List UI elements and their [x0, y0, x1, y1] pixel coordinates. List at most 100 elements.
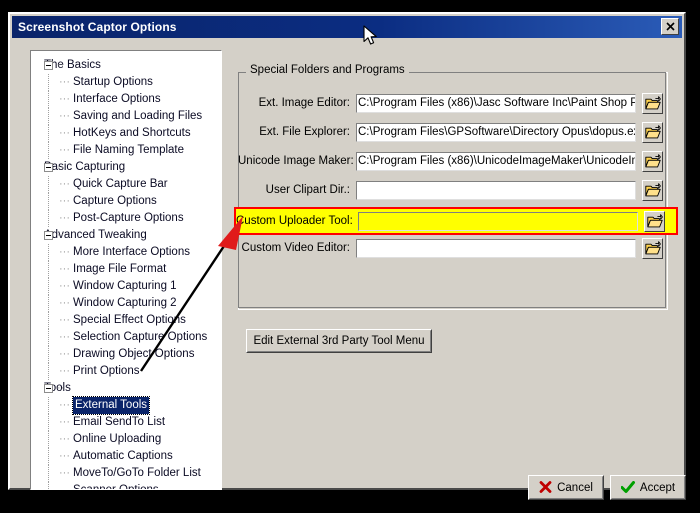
dialog-titlebar[interactable]: Screenshot Captor Options — [12, 16, 682, 38]
tree-collapse-icon[interactable] — [44, 163, 53, 172]
sidebar-item-scanner-options[interactable]: ··· Scanner Options — [31, 482, 221, 490]
field-row: Ext. File Explorer: C:\Program Files\GPSo… — [238, 121, 668, 143]
edit-external-tool-menu-label: Edit External 3rd Party Tool Menu — [247, 330, 431, 352]
field-row: Custom Uploader Tool: — [234, 207, 678, 235]
sidebar-item-label: Capture Options — [73, 195, 157, 207]
sidebar-item-special-effect-options[interactable]: ··· Special Effect Options — [31, 312, 221, 329]
sidebar-item-label: External Tools — [71, 396, 151, 415]
sidebar-item-moveto-goto-folder-list[interactable]: ··· MoveTo/GoTo Folder List — [31, 465, 221, 482]
sidebar-item-label: Window Capturing 2 — [73, 297, 177, 309]
edit-external-tool-menu-button[interactable]: Edit External 3rd Party Tool Menu — [246, 329, 432, 353]
sidebar-item-online-uploading[interactable]: ··· Online Uploading — [31, 431, 221, 448]
field-input[interactable]: C:\Program Files (x86)\UnicodeImageMaker… — [356, 151, 636, 171]
screenshot-root: Screenshot Captor Options ·· The Basics ··… — [0, 0, 700, 513]
sidebar-item-label: Print Options — [73, 365, 140, 377]
sidebar-item-more-interface-options[interactable]: ··· More Interface Options — [31, 244, 221, 261]
field-input[interactable]: C:\Program Files (x86)\Jasc Software Inc… — [356, 93, 636, 113]
open-folder-icon — [644, 124, 661, 138]
sidebar-item-window-capturing-2[interactable]: ··· Window Capturing 2 — [31, 295, 221, 312]
options-tree[interactable]: ·· The Basics ··· Startup Options ··· Interfa… — [30, 50, 222, 490]
tree-connector: ··· — [59, 399, 70, 411]
field-label: User Clipart Dir.: — [265, 184, 350, 196]
sidebar-item-print-options[interactable]: ··· Print Options — [31, 363, 221, 380]
tree-connector: ··· — [59, 178, 70, 190]
tree-connector: ··· — [59, 93, 70, 105]
field-input[interactable] — [356, 238, 636, 258]
tree-connector: ·· — [57, 229, 65, 241]
tree-vertical-line — [48, 108, 49, 125]
sidebar-item-capture-options[interactable]: ··· Capture Options — [31, 193, 221, 210]
sidebar-item-hotkeys-and-shortcuts[interactable]: ··· HotKeys and Shortcuts — [31, 125, 221, 142]
sidebar-item-label: Automatic Captions — [73, 450, 173, 462]
accept-button[interactable]: Accept — [610, 475, 686, 500]
field-input[interactable] — [358, 211, 638, 231]
open-folder-icon — [644, 95, 661, 109]
browse-button[interactable] — [642, 92, 663, 114]
sidebar-item-quick-capture-bar[interactable]: ··· Quick Capture Bar — [31, 176, 221, 193]
sidebar-item-automatic-captions[interactable]: ··· Automatic Captions — [31, 448, 221, 465]
sidebar-item-image-file-format[interactable]: ··· Image File Format — [31, 261, 221, 278]
tree-connector: ·· — [57, 59, 65, 71]
tree-vertical-line — [48, 176, 49, 193]
tree-vertical-line — [48, 312, 49, 329]
sidebar-item-email-sendto-list[interactable]: ··· Email SendTo List — [31, 414, 221, 431]
sidebar-item-label: Email SendTo List — [73, 416, 166, 428]
sidebar-item-basic-capturing[interactable]: ·· Basic Capturing — [31, 159, 221, 176]
sidebar-item-post-capture-options[interactable]: ··· Post-Capture Options — [31, 210, 221, 227]
sidebar-item-saving-and-loading-files[interactable]: ··· Saving and Loading Files — [31, 108, 221, 125]
sidebar-item-label: Interface Options — [73, 93, 161, 105]
sidebar-item-label: Online Uploading — [73, 433, 162, 445]
browse-button[interactable] — [642, 121, 663, 143]
tree-vertical-line — [48, 74, 49, 91]
close-x-glyph — [665, 22, 675, 31]
sidebar-item-label: Scanner Options — [73, 484, 159, 490]
close-icon[interactable] — [661, 18, 679, 35]
sidebar-item-startup-options[interactable]: ··· Startup Options — [31, 74, 221, 91]
browse-button[interactable] — [642, 150, 663, 172]
sidebar-item-tools[interactable]: ·· Tools — [31, 380, 221, 397]
field-input[interactable]: C:\Program Files\GPSoftware\Directory Op… — [356, 122, 636, 142]
sidebar-item-the-basics[interactable]: ·· The Basics — [31, 57, 221, 74]
sidebar-item-label: Drawing Object Options — [73, 348, 195, 360]
green-check-icon — [620, 481, 635, 494]
field-row: User Clipart Dir.: — [238, 179, 668, 201]
sidebar-item-window-capturing-1[interactable]: ··· Window Capturing 1 — [31, 278, 221, 295]
browse-button[interactable] — [642, 237, 663, 259]
tree-connector: ··· — [59, 416, 70, 428]
tree-vertical-line — [48, 329, 49, 346]
sidebar-item-external-tools[interactable]: ··· External Tools — [31, 396, 221, 415]
tree-vertical-line — [48, 465, 49, 482]
sidebar-item-label: Image File Format — [73, 263, 167, 275]
tree-collapse-icon[interactable] — [44, 231, 53, 240]
sidebar-item-advanced-tweaking[interactable]: ·· Advanced Tweaking — [31, 227, 221, 244]
sidebar-item-label: Startup Options — [73, 76, 153, 88]
tree-vertical-line — [48, 91, 49, 108]
field-label: Ext. File Explorer: — [259, 126, 350, 138]
field-input[interactable] — [356, 180, 636, 200]
field-row: Custom Video Editor: — [238, 237, 668, 259]
sidebar-item-label: MoveTo/GoTo Folder List — [73, 467, 201, 479]
sidebar-item-label: File Naming Template — [73, 144, 185, 156]
tree-connector: ··· — [59, 110, 70, 122]
sidebar-item-file-naming-template[interactable]: ··· File Naming Template — [31, 142, 221, 159]
field-row: Unicode Image Maker: C:\Program Files (x8… — [238, 150, 668, 172]
accept-button-inner: Accept — [611, 476, 685, 499]
field-label: Custom Uploader Tool: — [236, 215, 353, 227]
sidebar-item-label: Window Capturing 1 — [73, 280, 177, 292]
tree-vertical-line — [48, 278, 49, 295]
tree-vertical-line — [48, 363, 49, 380]
tree-connector: ·· — [57, 382, 65, 394]
open-folder-icon — [644, 182, 661, 196]
sidebar-item-interface-options[interactable]: ··· Interface Options — [31, 91, 221, 108]
tree-connector: ··· — [59, 450, 70, 462]
browse-button[interactable] — [642, 179, 663, 201]
tree-collapse-icon[interactable] — [44, 384, 53, 393]
cancel-button[interactable]: Cancel — [528, 475, 604, 500]
tree-vertical-line — [48, 448, 49, 465]
options-dialog: Screenshot Captor Options ·· The Basics ··… — [8, 12, 686, 500]
cancel-button-label: Cancel — [557, 481, 593, 494]
tree-collapse-icon[interactable] — [44, 61, 53, 70]
browse-button[interactable] — [644, 210, 665, 232]
sidebar-item-drawing-object-options[interactable]: ··· Drawing Object Options — [31, 346, 221, 363]
sidebar-item-selection-capture-options[interactable]: ··· Selection Capture Options — [31, 329, 221, 346]
